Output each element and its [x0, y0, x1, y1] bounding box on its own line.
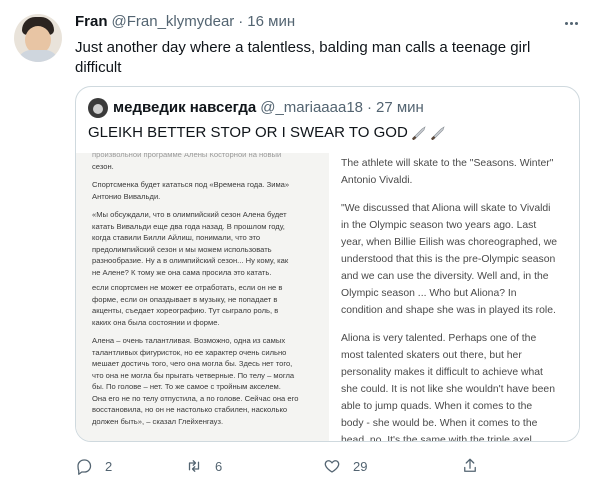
quoted-tweet[interactable]: медведик навсегда @_mariaaaa18 · 27 мин …	[75, 86, 580, 442]
english-text-line: and we can use the diversity. Well and, …	[341, 271, 549, 282]
quoted-media[interactable]: произвольной программе Алены Косторной н…	[76, 153, 579, 442]
quoted-author-avatar	[88, 98, 108, 118]
english-text-line: The athlete will skate to the "Seasons. …	[341, 158, 554, 169]
english-text-line: able to jump quads. When it comes to the	[341, 401, 533, 412]
english-text-line: understood that this is the pre-Olympic …	[341, 254, 556, 265]
author-handle[interactable]: @Fran_klymydear	[112, 13, 235, 30]
english-text-line: body - she would be. When it comes to th…	[341, 418, 538, 429]
russian-text-line: акценты, съедает хореографию. Тут сыграл…	[92, 306, 279, 315]
russian-text-line: бы. По голове – нет. То же самое с тройн…	[92, 382, 281, 391]
russian-text-line: мешает достичь того, чего она могла бы. …	[92, 359, 293, 368]
russian-text-line: форме, если он опаздывает в музыку, не п…	[92, 294, 278, 304]
english-text-line: Olympic season ... Who but Aliona? In	[341, 288, 517, 299]
tweet-time[interactable]: 16 мин	[247, 13, 295, 30]
separator-dot: ·	[238, 13, 244, 30]
reply-icon	[77, 459, 92, 475]
quoted-author-name: медведик навсегда	[113, 99, 257, 116]
share-button[interactable]	[461, 457, 479, 475]
russian-text-line: Алена – очень талантливая. Возможно, одн…	[92, 336, 286, 345]
russian-text-line: произвольной программе Алены Косторной н…	[92, 153, 282, 159]
russian-text-line: Антонио Вивальди.	[92, 191, 161, 201]
like-count: 29	[353, 458, 368, 474]
english-text-line: Aliona is very talented. Perhaps one of …	[341, 333, 537, 344]
more-options-icon[interactable]	[560, 14, 582, 32]
english-text-line: she could. It is not like she wouldn't h…	[341, 384, 555, 395]
tweet[interactable]: Fran @Fran_klymydear · 16 мин Just anoth…	[0, 0, 596, 496]
english-text-line: "We discussed that Aliona will skate to …	[341, 203, 551, 214]
tweet-header: Fran @Fran_klymydear · 16 мин	[75, 13, 295, 33]
russian-text-line: разнообразие. Ну а в олимпийский сезон..…	[92, 256, 289, 265]
russian-text-line: «Мы обсуждали, что в олимпийский сезон А…	[92, 210, 287, 219]
knife-icon	[411, 126, 427, 141]
retweet-button[interactable]: 6	[185, 457, 323, 475]
russian-text-line: Спортсменка будет кататься под «Времена …	[92, 180, 290, 189]
english-text-line: in the Olympic season two years ago. Las…	[341, 220, 537, 231]
english-translation-image[interactable]: The athlete will skate to the "Seasons. …	[329, 153, 579, 442]
russian-text-line: восстановила, но он не настолько стабиле…	[92, 405, 288, 414]
reply-count: 2	[105, 458, 113, 474]
separator-dot: ·	[367, 99, 373, 116]
retweet-icon	[188, 460, 200, 472]
quoted-text: GLEIKH BETTER STOP OR I SWEAR TO GOD	[88, 124, 408, 141]
quoted-tweet-time: 27 мин	[376, 99, 424, 116]
english-text-line: year, when Billie Eilish was choreograph…	[341, 237, 558, 248]
author-avatar[interactable]	[14, 14, 62, 62]
share-icon	[464, 458, 476, 472]
russian-text-line: катать Вивальди еще два года назад. В пр…	[92, 221, 285, 231]
russian-text-line: когда ставили Билли Айлиш, понимали, что…	[92, 233, 261, 242]
russian-text-line: талантливых фигуристок, но ее характер о…	[92, 347, 287, 357]
quoted-tweet-text: GLEIKH BETTER STOP OR I SWEAR TO GOD	[88, 123, 446, 143]
reply-button[interactable]: 2	[75, 457, 185, 475]
retweet-count: 6	[215, 458, 223, 474]
tweet-actions: 2 6 29	[75, 455, 479, 477]
russian-text-line: что она не могла бы прыгать четверные. П…	[92, 370, 295, 380]
russian-text-line: предолимпийский сезон и мы можем использ…	[92, 244, 272, 254]
avatar-shirt	[17, 50, 59, 62]
english-text-line: Antonio Vivaldi.	[341, 175, 413, 186]
quoted-author-handle: @_mariaaaa18	[260, 99, 364, 116]
quoted-tweet-header: медведик навсегда @_mariaaaa18 · 27 мин	[113, 99, 424, 116]
russian-text-line: сезон.	[92, 161, 114, 171]
english-text-line: condition and shape she was in played it…	[341, 305, 556, 316]
russian-text-line: если спортсмен не может ее отработать, е…	[92, 283, 283, 292]
knife-icon	[430, 126, 446, 141]
tweet-text: Just another day where a talentless, bal…	[75, 39, 531, 76]
english-text-line: personality makes it difficult to achiev…	[341, 367, 543, 378]
russian-text-line: каких она была состоянии и форме.	[92, 317, 220, 327]
russian-text-line: не Алене? К тому же она сама просила это…	[92, 267, 272, 277]
like-button[interactable]: 29	[323, 457, 461, 475]
russian-text-line: Она его не по телу отпустила, а по голов…	[92, 393, 299, 403]
english-text-line: head, no. It's the same with the triple …	[341, 435, 535, 442]
author-name[interactable]: Fran	[75, 13, 108, 30]
russian-article-image[interactable]: произвольной программе Алены Косторной н…	[76, 153, 329, 441]
english-text-line: most talented skaters out there, but her	[341, 350, 522, 361]
heart-icon	[324, 460, 340, 473]
russian-text-line: должен быть», – сказал Глейхенгауз.	[92, 416, 224, 426]
